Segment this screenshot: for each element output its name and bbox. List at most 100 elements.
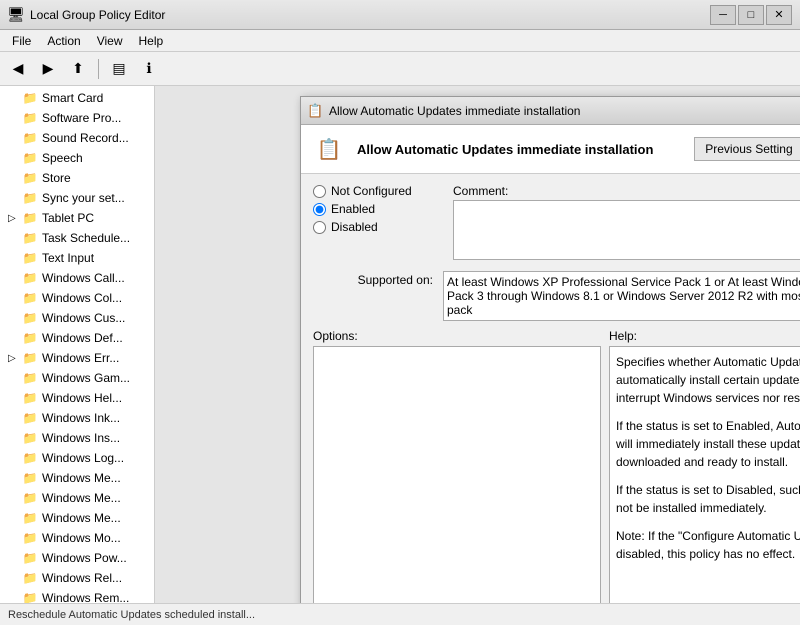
sidebar-item-win-log[interactable]: 📁 Windows Log... (0, 448, 154, 468)
sidebar: 📁 Smart Card 📁 Software Pro... 📁 Sound R… (0, 86, 155, 603)
maximize-button[interactable]: □ (738, 5, 764, 25)
sidebar-item-win-rel[interactable]: 📁 Windows Rel... (0, 568, 154, 588)
sidebar-item-win-col[interactable]: 📁 Windows Col... (0, 288, 154, 308)
sidebar-item-win-call[interactable]: 📁 Windows Call... (0, 268, 154, 288)
options-box (313, 346, 601, 603)
sidebar-label: Windows Me... (42, 511, 121, 525)
sidebar-label: Store (42, 171, 71, 185)
menu-view[interactable]: View (89, 32, 131, 50)
status-bar: Reschedule Automatic Updates scheduled i… (0, 603, 800, 625)
sidebar-label: Windows Hel... (42, 391, 122, 405)
forward-button[interactable]: ▶ (34, 56, 62, 82)
sidebar-label: Windows Me... (42, 491, 121, 505)
sidebar-item-win-err[interactable]: ▷ 📁 Windows Err... (0, 348, 154, 368)
sidebar-item-sound-record[interactable]: 📁 Sound Record... (0, 128, 154, 148)
properties-button[interactable]: ℹ (135, 56, 163, 82)
menu-help[interactable]: Help (131, 32, 172, 50)
folder-icon: 📁 (22, 410, 38, 426)
right-panel: 📋 Allow Automatic Updates immediate inst… (155, 86, 800, 603)
sidebar-item-win-gam[interactable]: 📁 Windows Gam... (0, 368, 154, 388)
minimize-button[interactable]: ─ (710, 5, 736, 25)
folder-icon: 📁 (22, 350, 38, 366)
sidebar-label: Windows Rel... (42, 571, 122, 585)
sidebar-item-win-me2[interactable]: 📁 Windows Me... (0, 488, 154, 508)
menu-file[interactable]: File (4, 32, 39, 50)
options-section: Options: (313, 329, 601, 603)
supported-text: At least Windows XP Professional Service… (447, 275, 800, 317)
sidebar-item-tablet-pc[interactable]: ▷ 📁 Tablet PC (0, 208, 154, 228)
sidebar-label: Windows Rem... (42, 591, 129, 603)
sidebar-item-win-me1[interactable]: 📁 Windows Me... (0, 468, 154, 488)
folder-icon: 📁 (22, 530, 38, 546)
folder-icon: 📁 (22, 210, 38, 226)
sidebar-item-speech[interactable]: 📁 Speech (0, 148, 154, 168)
sidebar-item-software-protection[interactable]: 📁 Software Pro... (0, 108, 154, 128)
help-label: Help: (609, 329, 800, 343)
folder-icon: 📁 (22, 190, 38, 206)
radio-enabled-label: Enabled (331, 202, 375, 216)
sidebar-item-store[interactable]: 📁 Store (0, 168, 154, 188)
sidebar-item-win-me3[interactable]: 📁 Windows Me... (0, 508, 154, 528)
sidebar-item-smart-card[interactable]: 📁 Smart Card (0, 88, 154, 108)
sidebar-item-win-def[interactable]: 📁 Windows Def... (0, 328, 154, 348)
sidebar-item-win-ink[interactable]: 📁 Windows Ink... (0, 408, 154, 428)
radio-enabled-input[interactable] (313, 203, 326, 216)
comment-input[interactable] (453, 200, 800, 260)
dialog-header-title: Allow Automatic Updates immediate instal… (357, 142, 682, 157)
folder-icon: 📁 (22, 130, 38, 146)
sidebar-item-win-mo[interactable]: 📁 Windows Mo... (0, 528, 154, 548)
menu-action[interactable]: Action (39, 32, 88, 50)
main-window: 🖥 Local Group Policy Editor ─ □ ✕ File A… (0, 0, 800, 625)
radio-disabled[interactable]: Disabled (313, 220, 443, 234)
folder-icon: 📁 (22, 330, 38, 346)
sidebar-label: Windows Col... (42, 291, 122, 305)
app-title: Local Group Policy Editor (30, 8, 710, 22)
sidebar-item-win-ins[interactable]: 📁 Windows Ins... (0, 428, 154, 448)
comment-section: Comment: (453, 184, 800, 263)
sidebar-label: Sound Record... (42, 131, 129, 145)
menu-bar: File Action View Help (0, 30, 800, 52)
sidebar-item-win-hel[interactable]: 📁 Windows Hel... (0, 388, 154, 408)
folder-icon: 📁 (22, 250, 38, 266)
supported-row: Supported on: At least Windows XP Profes… (313, 271, 800, 321)
folder-icon: 📁 (22, 170, 38, 186)
radio-disabled-label: Disabled (331, 220, 378, 234)
radio-enabled[interactable]: Enabled (313, 202, 443, 216)
status-text: Reschedule Automatic Updates scheduled i… (8, 609, 255, 621)
previous-setting-button[interactable]: Previous Setting (694, 137, 800, 161)
help-text-1: Specifies whether Automatic Updates shou… (616, 353, 800, 407)
dialog-body: Not Configured Enabled Disabled (301, 174, 800, 603)
radio-not-configured-input[interactable] (313, 185, 326, 198)
folder-icon: 📁 (22, 430, 38, 446)
expander-icon: ▷ (8, 353, 20, 364)
back-button[interactable]: ◀ (4, 56, 32, 82)
dialog-window: 📋 Allow Automatic Updates immediate inst… (300, 96, 800, 603)
sidebar-item-sync[interactable]: 📁 Sync your set... (0, 188, 154, 208)
sidebar-label: Windows Ink... (42, 411, 120, 425)
sidebar-label: Windows Def... (42, 331, 123, 345)
sidebar-label: Windows Mo... (42, 531, 121, 545)
up-button[interactable]: ⬆ (64, 56, 92, 82)
folder-icon: 📁 (22, 390, 38, 406)
config-row: Not Configured Enabled Disabled (313, 184, 800, 263)
supported-box: At least Windows XP Professional Service… (443, 271, 800, 321)
sidebar-label: Windows Cus... (42, 311, 125, 325)
radio-disabled-input[interactable] (313, 221, 326, 234)
sidebar-item-win-rem1[interactable]: 📁 Windows Rem... (0, 588, 154, 603)
sidebar-item-win-pow[interactable]: 📁 Windows Pow... (0, 548, 154, 568)
radio-not-configured[interactable]: Not Configured (313, 184, 443, 198)
dialog-icon: 📋 (307, 103, 323, 119)
folder-icon: 📁 (22, 470, 38, 486)
title-bar-buttons: ─ □ ✕ (710, 5, 792, 25)
show-hide-button[interactable]: ▤ (105, 56, 133, 82)
options-label: Options: (313, 329, 601, 343)
comment-label: Comment: (453, 184, 800, 198)
app-icon: 🖥 (8, 7, 24, 23)
folder-icon: 📁 (22, 590, 38, 603)
sidebar-item-win-cus[interactable]: 📁 Windows Cus... (0, 308, 154, 328)
sidebar-item-text-input[interactable]: 📁 Text Input (0, 248, 154, 268)
sidebar-item-task-scheduler[interactable]: 📁 Task Schedule... (0, 228, 154, 248)
dialog-title-bar: 📋 Allow Automatic Updates immediate inst… (301, 97, 800, 125)
close-button[interactable]: ✕ (766, 5, 792, 25)
folder-icon: 📁 (22, 490, 38, 506)
